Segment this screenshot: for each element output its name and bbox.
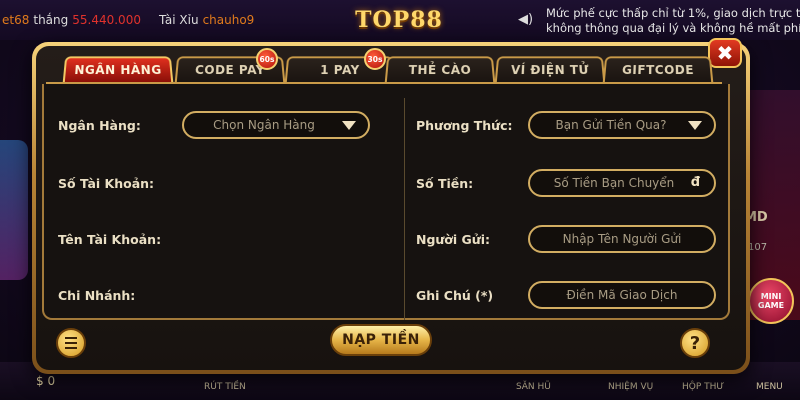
account-name-label: Tên Tài Khoản: <box>58 232 162 247</box>
method-select[interactable]: Bạn Gửi Tiền Qua? <box>528 111 716 139</box>
list-icon <box>65 337 77 349</box>
help-button[interactable]: ? <box>680 328 710 358</box>
tab-label: 1 PAY <box>319 63 361 78</box>
speaker-icon: ◀) <box>518 12 534 27</box>
tab-vi-dien-tu[interactable]: VÍ ĐIỆN TỬ <box>494 56 606 83</box>
branch-label: Chi Nhánh: <box>58 288 136 303</box>
chevron-down-icon <box>688 121 702 130</box>
ticker-next-user: chauho9 <box>202 13 255 27</box>
balance-display: $ 0 <box>36 374 56 388</box>
form-divider <box>404 98 405 320</box>
brand-logo: TOP88 <box>343 0 455 40</box>
sender-input[interactable]: Nhập Tên Người Gửi <box>528 225 716 253</box>
tab-label: CODE PAY <box>194 63 266 78</box>
background-number: 107 <box>748 242 768 253</box>
ticker-game: Tài Xỉu <box>158 13 199 27</box>
history-button[interactable] <box>56 328 86 358</box>
timer-badge-30s: 30s <box>364 48 386 70</box>
top-ticker: et68 thắng 55.440.000 Tài Xỉu chauho9 TOP88 … <box>0 0 800 40</box>
tab-label: GIFTCODE <box>621 63 695 78</box>
minigame-button[interactable]: MINI GAME <box>748 278 794 324</box>
notice-line-1: Mức phế cực thấp chỉ từ 1%, giao dịch tr… <box>546 6 800 20</box>
nav-missions[interactable]: NHIỆM VỤ <box>608 382 653 392</box>
close-button[interactable]: ✖ <box>708 38 742 68</box>
sender-label: Người Gửi: <box>416 232 490 247</box>
tab-label: NGÂN HÀNG <box>73 63 163 78</box>
note-input[interactable]: Điền Mã Giao Dịch <box>528 281 716 309</box>
nav-mailbox[interactable]: HỘP THƯ <box>682 382 724 392</box>
amount-label: Số Tiền: <box>416 176 474 191</box>
ticker-winner-user: et68 <box>2 13 30 27</box>
ticker-won-word: thắng <box>33 13 69 27</box>
timer-badge-60s: 60s <box>256 48 278 70</box>
bank-select[interactable]: Chọn Ngân Hàng <box>182 111 370 139</box>
chevron-down-icon <box>342 121 356 130</box>
note-label: Ghi Chú (*) <box>416 288 494 303</box>
close-icon: ✖ <box>716 41 734 65</box>
win-ticker: et68 thắng 55.440.000 Tài Xỉu chauho9 <box>2 13 254 27</box>
question-icon: ? <box>689 332 701 354</box>
currency-dong-icon: đ <box>690 175 700 190</box>
logo-text: TOP88 <box>355 7 443 33</box>
background-left-banner <box>0 140 28 280</box>
notice-banner: Mức phế cực thấp chỉ từ 1%, giao dịch tr… <box>546 6 800 36</box>
amount-placeholder: Số Tiền Bạn Chuyển <box>553 176 675 190</box>
tab-the-cao[interactable]: THẺ CÀO <box>384 56 496 83</box>
tab-label: THẺ CÀO <box>408 63 472 78</box>
tab-giftcode[interactable]: GIFTCODE <box>602 56 714 83</box>
bank-select-value: Chọn Ngân Hàng <box>213 118 315 132</box>
notice-line-2: không thông qua đại lý và không hề mất p… <box>546 21 800 35</box>
deposit-button[interactable]: NẠP TIỀN <box>330 324 432 356</box>
bank-label: Ngân Hàng: <box>58 118 141 133</box>
ticker-amount: 55.440.000 <box>72 13 141 27</box>
method-select-value: Bạn Gửi Tiền Qua? <box>555 118 667 132</box>
tab-label: VÍ ĐIỆN TỬ <box>510 63 590 78</box>
nav-withdraw[interactable]: RÚT TIỀN <box>204 382 246 392</box>
amount-input[interactable]: Số Tiền Bạn Chuyển đ <box>528 169 716 197</box>
nav-menu[interactable]: MENU <box>756 382 783 392</box>
account-number-label: Số Tài Khoản: <box>58 176 155 191</box>
sender-placeholder: Nhập Tên Người Gửi <box>562 232 682 246</box>
nav-jackpot[interactable]: SĂN HŨ <box>516 382 551 392</box>
note-placeholder: Điền Mã Giao Dịch <box>566 288 678 302</box>
method-label: Phương Thức: <box>416 118 513 133</box>
tab-ngan-hang[interactable]: NGÂN HÀNG <box>62 56 174 83</box>
